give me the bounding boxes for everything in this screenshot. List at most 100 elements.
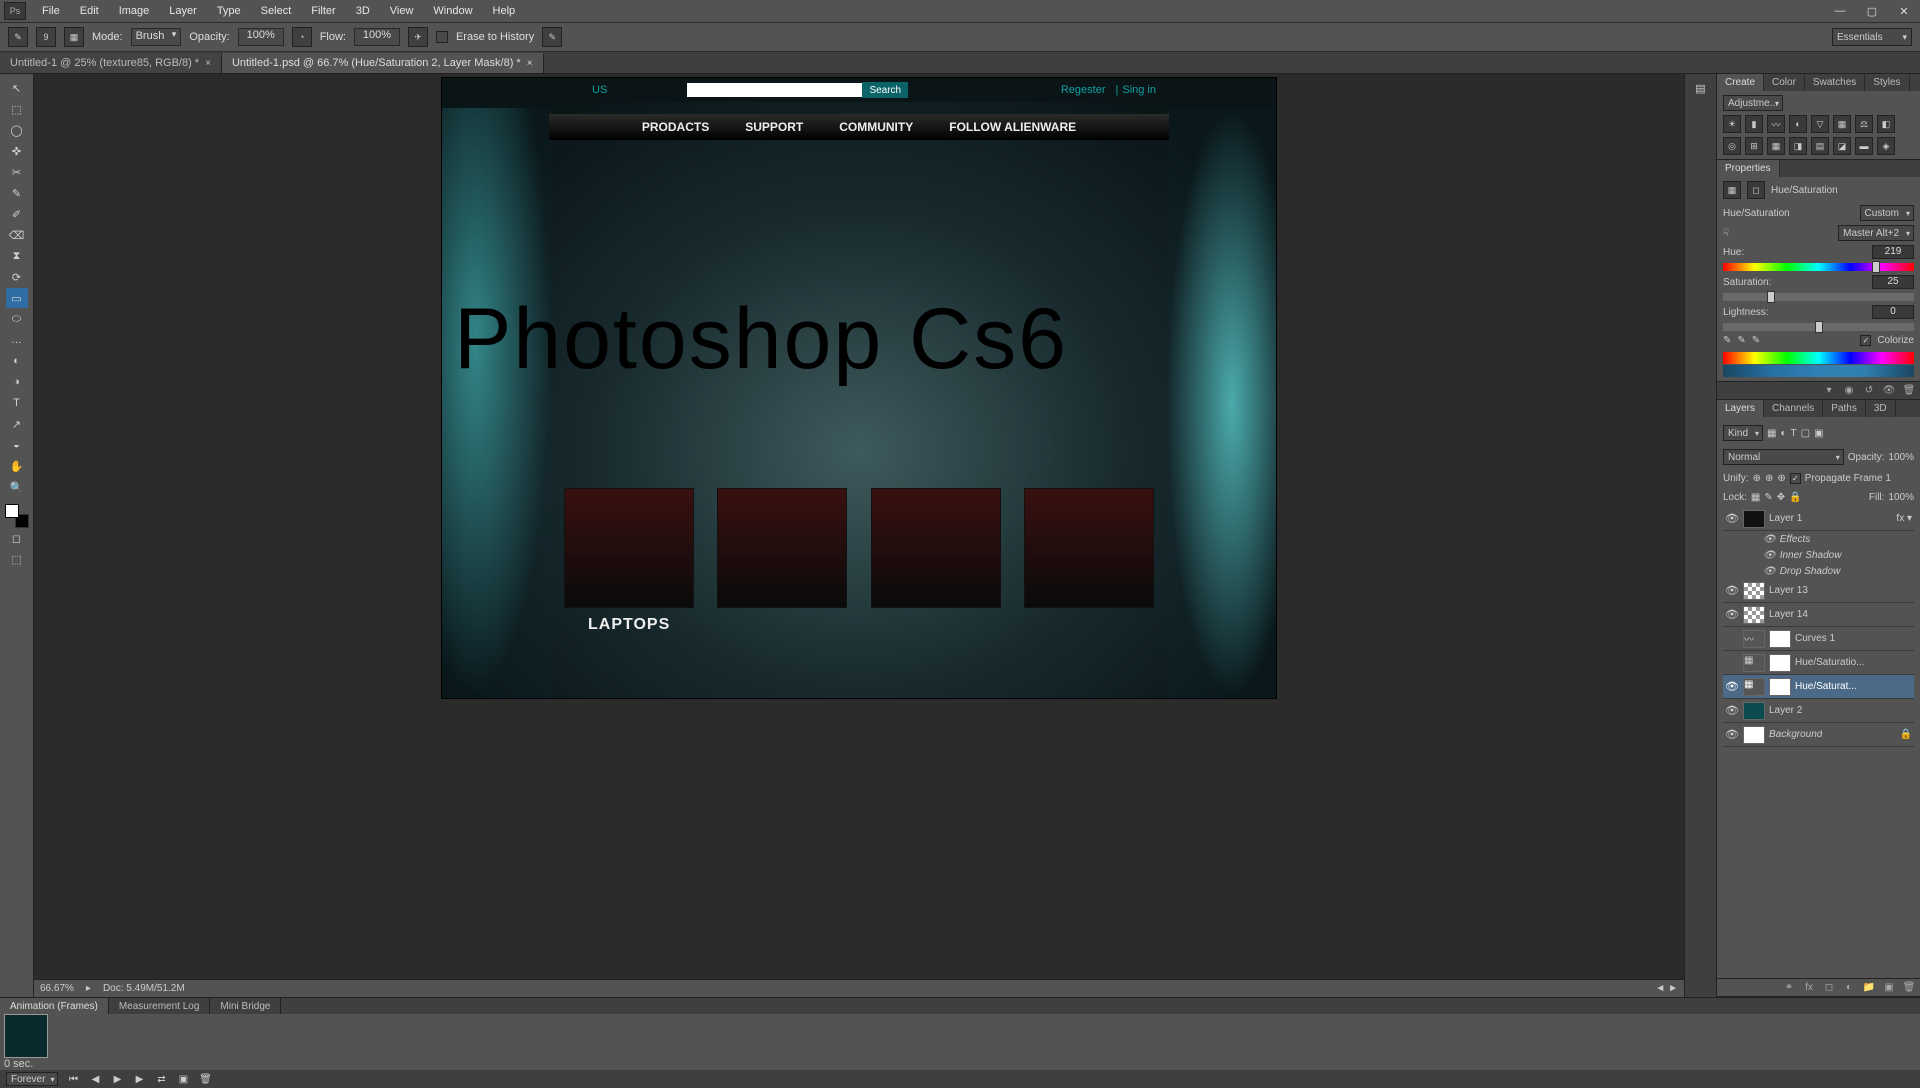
airbrush-icon[interactable]: ✈ bbox=[408, 27, 428, 47]
channel-select[interactable]: Master Alt+2 bbox=[1838, 225, 1914, 241]
menu-filter[interactable]: Filter bbox=[301, 3, 345, 19]
tool-preset-icon[interactable]: ✎ bbox=[8, 27, 28, 47]
curves-icon[interactable]: 〰 bbox=[1767, 115, 1785, 133]
path-tool-icon[interactable]: ↗ bbox=[6, 414, 28, 434]
new-group-icon[interactable]: 📁 bbox=[1862, 981, 1876, 995]
frame-duration[interactable]: 0 sec. bbox=[4, 1058, 48, 1070]
tab-layers[interactable]: Layers bbox=[1717, 400, 1764, 417]
pen-tool-icon[interactable]: ◑ bbox=[6, 372, 28, 392]
marquee-tool-icon[interactable]: ⬚ bbox=[6, 99, 28, 119]
tab-channels[interactable]: Channels bbox=[1764, 400, 1823, 417]
adj-thumbnail[interactable]: ▦ bbox=[1743, 654, 1765, 672]
menu-image[interactable]: Image bbox=[109, 3, 160, 19]
menu-type[interactable]: Type bbox=[207, 3, 251, 19]
foreground-color-swatch[interactable] bbox=[5, 504, 19, 518]
lock-pos-icon[interactable]: ✥ bbox=[1777, 492, 1785, 503]
type-tool-icon[interactable]: T bbox=[6, 393, 28, 413]
screenmode-icon[interactable]: ⬚ bbox=[6, 549, 28, 569]
saturation-slider[interactable] bbox=[1723, 293, 1914, 301]
layer-row[interactable]: 👁 ▦ Hue/Saturat... bbox=[1723, 675, 1914, 699]
layer-thumbnail[interactable] bbox=[1743, 702, 1765, 720]
opacity-input[interactable]: 100% bbox=[238, 28, 284, 46]
tab-close-icon[interactable]: × bbox=[527, 58, 533, 69]
layer-name[interactable]: Hue/Saturat... bbox=[1795, 681, 1857, 692]
color-lookup-icon[interactable]: ▦ bbox=[1767, 137, 1785, 155]
tab-measurement[interactable]: Measurement Log bbox=[109, 998, 211, 1014]
move-tool-icon[interactable]: ↖ bbox=[6, 78, 28, 98]
layer-row[interactable]: 👁 Layer 13 bbox=[1723, 579, 1914, 603]
visibility-icon[interactable]: 👁 bbox=[1725, 512, 1739, 525]
lasso-tool-icon[interactable]: ◯ bbox=[6, 120, 28, 140]
tween-icon[interactable]: ⇄ bbox=[154, 1073, 168, 1085]
view-prev-icon[interactable]: ◉ bbox=[1842, 384, 1856, 398]
history-panel-icon[interactable]: ▤ bbox=[1695, 82, 1705, 95]
menu-3d[interactable]: 3D bbox=[346, 3, 380, 19]
menu-edit[interactable]: Edit bbox=[70, 3, 109, 19]
delete-frame-icon[interactable]: 🗑 bbox=[198, 1073, 212, 1085]
saturation-input[interactable]: 25 bbox=[1872, 275, 1914, 289]
layer-row[interactable]: 👁 Layer 2 bbox=[1723, 699, 1914, 723]
layer-thumbnail[interactable] bbox=[1743, 726, 1765, 744]
propagate-checkbox[interactable] bbox=[1790, 473, 1801, 484]
threshold-icon[interactable]: ◪ bbox=[1833, 137, 1851, 155]
mode-select[interactable]: Brush bbox=[131, 28, 182, 46]
filter-adj-icon[interactable]: ◐ bbox=[1780, 428, 1786, 439]
adj-thumbnail[interactable]: 〰 bbox=[1743, 630, 1765, 648]
finger-icon[interactable]: ☟ bbox=[1723, 228, 1729, 239]
shape-tool-icon[interactable]: ◒ bbox=[6, 435, 28, 455]
layer-row[interactable]: 👁 Layer 1 fx ▾ bbox=[1723, 507, 1914, 531]
tab-document-1[interactable]: Untitled-1 @ 25% (texture85, RGB/8) *× bbox=[0, 53, 222, 73]
dodge-tool-icon[interactable]: ◐ bbox=[6, 351, 28, 371]
scrollbar-h[interactable]: ◄ ► bbox=[1655, 983, 1678, 994]
layer-name[interactable]: Layer 13 bbox=[1769, 585, 1808, 596]
mask-thumbnail[interactable] bbox=[1769, 630, 1791, 648]
photo-filter-icon[interactable]: ◎ bbox=[1723, 137, 1741, 155]
lock-trans-icon[interactable]: ▦ bbox=[1751, 492, 1760, 503]
close-icon[interactable]: ✕ bbox=[1892, 3, 1916, 19]
layer-effect-inner-shadow[interactable]: 👁Inner Shadow bbox=[1723, 547, 1914, 563]
play-icon[interactable]: ▶ bbox=[110, 1073, 124, 1085]
next-frame-icon[interactable]: ▶ bbox=[132, 1073, 146, 1085]
flow-input[interactable]: 100% bbox=[354, 28, 400, 46]
tab-document-2[interactable]: Untitled-1.psd @ 66.7% (Hue/Saturation 2… bbox=[222, 53, 544, 73]
delete-layer-icon[interactable]: 🗑 bbox=[1902, 981, 1916, 995]
lock-all-icon[interactable]: 🔒 bbox=[1789, 492, 1801, 503]
layer-name[interactable]: Curves 1 bbox=[1795, 633, 1835, 644]
layer-row[interactable]: 👁 Background 🔒 bbox=[1723, 723, 1914, 747]
brush-tool-icon[interactable]: ⌫ bbox=[6, 225, 28, 245]
clip-icon[interactable]: ▾ bbox=[1822, 384, 1836, 398]
visibility-icon[interactable]: 👁 bbox=[1725, 704, 1739, 717]
tab-paths[interactable]: Paths bbox=[1823, 400, 1866, 417]
layer-row[interactable]: 👁 Layer 14 bbox=[1723, 603, 1914, 627]
selective-color-icon[interactable]: ◈ bbox=[1877, 137, 1895, 155]
lightness-input[interactable]: 0 bbox=[1872, 305, 1914, 319]
fx-badge[interactable]: fx ▾ bbox=[1896, 513, 1912, 524]
crop-tool-icon[interactable]: ✂ bbox=[6, 162, 28, 182]
document-canvas[interactable]: US Search Regester | Sing in PRODACTS SU… bbox=[442, 78, 1276, 698]
mask-type-icon[interactable]: ◻ bbox=[1747, 181, 1765, 199]
loop-select[interactable]: Forever bbox=[6, 1072, 58, 1086]
tab-close-icon[interactable]: × bbox=[205, 58, 211, 69]
layer-name[interactable]: Layer 14 bbox=[1769, 609, 1808, 620]
erase-history-checkbox[interactable] bbox=[436, 31, 448, 43]
vibrance-icon[interactable]: ▽ bbox=[1811, 115, 1829, 133]
visibility-icon[interactable]: 👁 bbox=[1725, 608, 1739, 621]
layer-name[interactable]: Background bbox=[1769, 729, 1822, 740]
blur-tool-icon[interactable]: … bbox=[6, 330, 28, 350]
layer-thumbnail[interactable] bbox=[1743, 582, 1765, 600]
menu-file[interactable]: File bbox=[32, 3, 70, 19]
layer-effect-drop-shadow[interactable]: 👁Drop Shadow bbox=[1723, 563, 1914, 579]
layer-name[interactable]: Hue/Saturatio... bbox=[1795, 657, 1864, 668]
toggle-vis-icon[interactable]: 👁 bbox=[1882, 384, 1896, 398]
prev-frame-icon[interactable]: ◀ bbox=[88, 1073, 102, 1085]
menu-select[interactable]: Select bbox=[251, 3, 302, 19]
eyedropper-plus-icon[interactable]: ✎ bbox=[1737, 335, 1745, 346]
new-adjustment-icon[interactable]: ◐ bbox=[1842, 981, 1856, 995]
blend-mode-select[interactable]: Normal bbox=[1723, 449, 1844, 465]
hue-input[interactable]: 219 bbox=[1872, 245, 1914, 259]
layer-name[interactable]: Layer 1 bbox=[1769, 513, 1802, 524]
colorize-checkbox[interactable] bbox=[1860, 335, 1871, 346]
layer-effects-label[interactable]: 👁Effects bbox=[1723, 531, 1914, 547]
lock-pixels-icon[interactable]: ✎ bbox=[1764, 492, 1772, 503]
posterize-icon[interactable]: ▤ bbox=[1811, 137, 1829, 155]
